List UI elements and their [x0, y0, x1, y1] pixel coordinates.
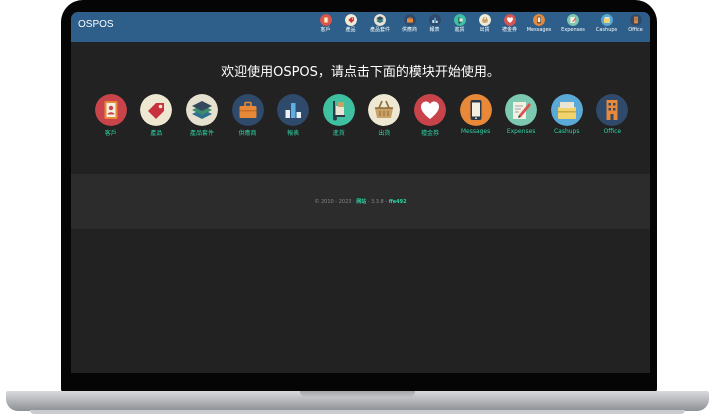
module-cashups[interactable]: Cashups — [544, 94, 590, 137]
reports-icon — [428, 14, 441, 26]
nav-label: 供應商 — [401, 27, 417, 33]
item-kits-icon — [374, 14, 386, 26]
suppliers-icon — [231, 94, 264, 126]
welcome-message: 欢迎使用OSPOS，请点击下面的模块开始使用。 — [221, 65, 500, 80]
customers-icon — [319, 14, 332, 26]
office-icon — [596, 94, 629, 126]
laptop-foot — [30, 410, 685, 414]
nav-item-receivings[interactable]: 進貨 — [447, 14, 472, 34]
messages-icon — [459, 94, 492, 126]
nav-label: 產品 — [345, 27, 356, 33]
item-kits-icon — [185, 94, 218, 126]
nav-label: 禮金券 — [501, 27, 517, 33]
cashups-icon — [600, 14, 613, 26]
nav-label: 進貨 — [454, 27, 465, 33]
expenses-icon — [505, 94, 538, 126]
module-label: 禮金券 — [420, 130, 439, 137]
nav-item-customers[interactable]: 客戶 — [313, 14, 338, 34]
nav-item-sales[interactable]: 出貨 — [472, 14, 497, 34]
expenses-icon — [567, 14, 579, 26]
nav-item-items[interactable]: 產品 — [338, 14, 363, 34]
nav-item-expenses[interactable]: Expenses — [556, 14, 590, 34]
navbar: OSPOS 客戶 產品 產品套件 供應商 報表 進貨 出貨 禮金券 Messag… — [71, 12, 650, 42]
nav-label: 產品套件 — [369, 27, 390, 33]
module-items[interactable]: 產品 — [134, 94, 180, 137]
module-label: 產品 — [150, 130, 163, 137]
module-sales[interactable]: 出貨 — [362, 94, 408, 137]
commit-link[interactable]: ffe492 — [389, 199, 407, 205]
module-label: 進貨 — [332, 130, 345, 137]
nav-label: Cashups — [595, 27, 618, 33]
nav-label: Office — [628, 27, 643, 33]
website-link[interactable]: 网站 — [356, 199, 366, 205]
nav-item-messages[interactable]: Messages — [522, 14, 556, 34]
module-label: 產品套件 — [189, 130, 214, 137]
module-label: Messages — [460, 128, 491, 135]
screen: OSPOS 客戶 產品 產品套件 供應商 報表 進貨 出貨 禮金券 Messag… — [71, 12, 650, 373]
brand-link[interactable]: OSPOS — [78, 19, 114, 30]
module-grid: 客戶 產品 產品套件 供應商 報表 進貨 出貨 禮金券 Messages Exp… — [88, 94, 635, 137]
module-label: 供應商 — [238, 130, 257, 137]
office-icon — [629, 14, 642, 26]
module-giftcards[interactable]: 禮金券 — [407, 94, 453, 137]
module-receivings[interactable]: 進貨 — [316, 94, 362, 137]
nav-label: Expenses — [561, 27, 585, 33]
module-item-kits[interactable]: 產品套件 — [179, 94, 225, 137]
module-label: 報表 — [287, 130, 300, 137]
module-label: 客戶 — [104, 130, 117, 137]
module-label: Office — [603, 128, 622, 135]
nav-item-giftcards[interactable]: 禮金券 — [497, 14, 522, 34]
nav-item-reports[interactable]: 報表 — [422, 14, 447, 34]
nav-label: Messages — [526, 27, 552, 33]
module-suppliers[interactable]: 供應商 — [225, 94, 271, 137]
footer-text: © 2010 - 2023 · 网站 · 3.3.8 - ffe492 — [71, 198, 650, 205]
reports-icon — [277, 94, 310, 126]
copyright-text: © 2010 - 2023 · — [314, 199, 357, 205]
giftcards-icon — [413, 94, 446, 126]
cashups-icon — [550, 94, 583, 126]
sales-icon — [478, 14, 491, 26]
footer: © 2010 - 2023 · 网站 · 3.3.8 - ffe492 — [71, 174, 650, 229]
module-messages[interactable]: Messages — [453, 94, 499, 137]
nav-menu: 客戶 產品 產品套件 供應商 報表 進貨 出貨 禮金券 Messages Exp… — [313, 14, 648, 34]
module-label: Cashups — [553, 128, 580, 135]
nav-item-cashups[interactable]: Cashups — [590, 14, 623, 34]
nav-label: 客戶 — [320, 27, 331, 33]
module-reports[interactable]: 報表 — [270, 94, 316, 137]
module-expenses[interactable]: Expenses — [498, 94, 544, 137]
module-label: 出貨 — [378, 130, 391, 137]
suppliers-icon — [403, 14, 416, 26]
items-icon — [344, 14, 357, 26]
customers-icon — [94, 94, 127, 126]
module-label: Expenses — [506, 128, 536, 135]
version-text: · 3.3.8 - — [366, 199, 389, 205]
sales-icon — [368, 94, 401, 126]
nav-item-item-kits[interactable]: 產品套件 — [363, 14, 397, 34]
nav-label: 報表 — [429, 27, 440, 33]
nav-item-office[interactable]: Office — [623, 14, 648, 34]
receivings-icon — [322, 94, 355, 126]
items-icon — [140, 94, 173, 126]
receivings-icon — [453, 14, 466, 26]
module-office[interactable]: Office — [590, 94, 636, 137]
nav-item-suppliers[interactable]: 供應商 — [397, 14, 422, 34]
giftcards-icon — [503, 14, 516, 26]
laptop-notch — [300, 391, 415, 398]
module-customers[interactable]: 客戶 — [88, 94, 134, 137]
messages-icon — [533, 14, 545, 26]
nav-label: 出貨 — [479, 27, 490, 33]
